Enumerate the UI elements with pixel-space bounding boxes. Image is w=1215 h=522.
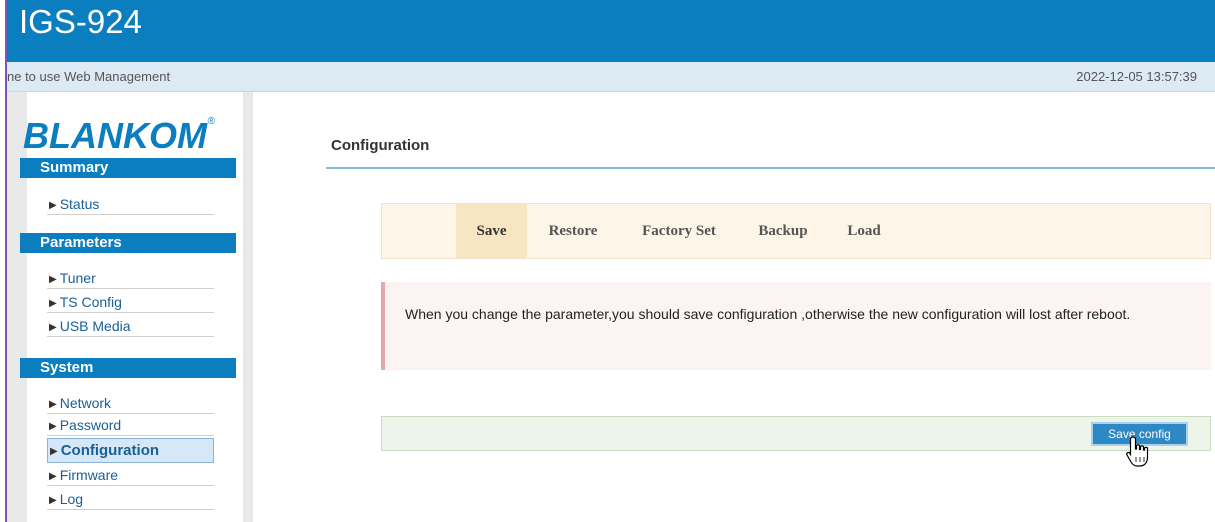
alert-message: When you change the parameter,you should…: [405, 306, 1131, 322]
logo-registered-mark: ®: [208, 116, 216, 127]
sidebar-item-tuner[interactable]: ▶ Tuner: [47, 268, 214, 289]
welcome-bar: ne to use Web Management 2022-12-05 13:5…: [7, 62, 1215, 92]
sidebar-item-label: TS Config: [59, 294, 122, 310]
sidebar-item-label: Tuner: [59, 270, 96, 286]
sidebar-item-label: Network: [59, 395, 112, 411]
welcome-text: ne to use Web Management: [7, 69, 171, 84]
sidebar-item-label: Password: [59, 417, 122, 433]
sidebar-item-firmware[interactable]: ▶ Firmware: [47, 465, 214, 486]
title-divider: [326, 167, 1215, 169]
warning-alert: When you change the parameter,you should…: [381, 282, 1211, 370]
page-title: Configuration: [331, 137, 430, 154]
sidebar-item-status[interactable]: ▶ Status: [47, 194, 214, 215]
sidebar-item-label: Log: [59, 491, 84, 507]
action-bar: Save config: [381, 416, 1211, 451]
sidebar-item-password[interactable]: ▶ Password: [47, 415, 214, 436]
triangle-right-icon: ▶: [49, 399, 57, 410]
sidebar-item-usb-media[interactable]: ▶ USB Media: [47, 316, 214, 337]
datetime-display: 2022-12-05 13:57:39: [1076, 69, 1197, 84]
triangle-right-icon: ▶: [49, 421, 57, 432]
sidebar-item-ts-config[interactable]: ▶ TS Config: [47, 292, 214, 313]
sidebar-item-label: Status: [59, 196, 100, 212]
section-summary: Summary: [20, 158, 236, 178]
sidebar-item-label: USB Media: [59, 318, 131, 334]
triangle-right-icon: ▶: [49, 298, 57, 309]
blankom-logo: BLANKOM ®: [19, 110, 219, 158]
triangle-right-icon: ▶: [49, 471, 57, 482]
logo-text: BLANKOM: [23, 115, 208, 156]
hand-pointer-cursor-icon: [1125, 435, 1151, 469]
device-title: IGS-924: [19, 3, 142, 40]
sidebar-item-log[interactable]: ▶ Log: [47, 489, 214, 510]
app-header: IGS-924: [7, 0, 1215, 62]
tab-save[interactable]: Save: [456, 204, 527, 258]
sidebar-item-label: Configuration: [60, 442, 160, 459]
window-left-edge: [0, 0, 7, 522]
tab-backup[interactable]: Backup: [750, 204, 816, 258]
tab-restore[interactable]: Restore: [537, 204, 609, 258]
tab-load[interactable]: Load: [842, 204, 886, 258]
triangle-right-icon: ▶: [49, 495, 57, 506]
sidebar-item-network[interactable]: ▶ Network: [47, 393, 214, 414]
sidebar-item-label: Firmware: [59, 467, 119, 483]
tab-factory-set[interactable]: Factory Set: [630, 204, 728, 258]
sidebar-item-configuration[interactable]: ▶ Configuration: [47, 438, 214, 463]
config-tabs: Save Restore Factory Set Backup Load: [381, 203, 1211, 259]
triangle-right-icon: ▶: [49, 274, 57, 285]
triangle-right-icon: ▶: [49, 200, 57, 211]
triangle-right-icon: ▶: [50, 446, 58, 457]
section-system: System: [20, 358, 236, 378]
section-parameters: Parameters: [20, 233, 236, 253]
triangle-right-icon: ▶: [49, 322, 57, 333]
